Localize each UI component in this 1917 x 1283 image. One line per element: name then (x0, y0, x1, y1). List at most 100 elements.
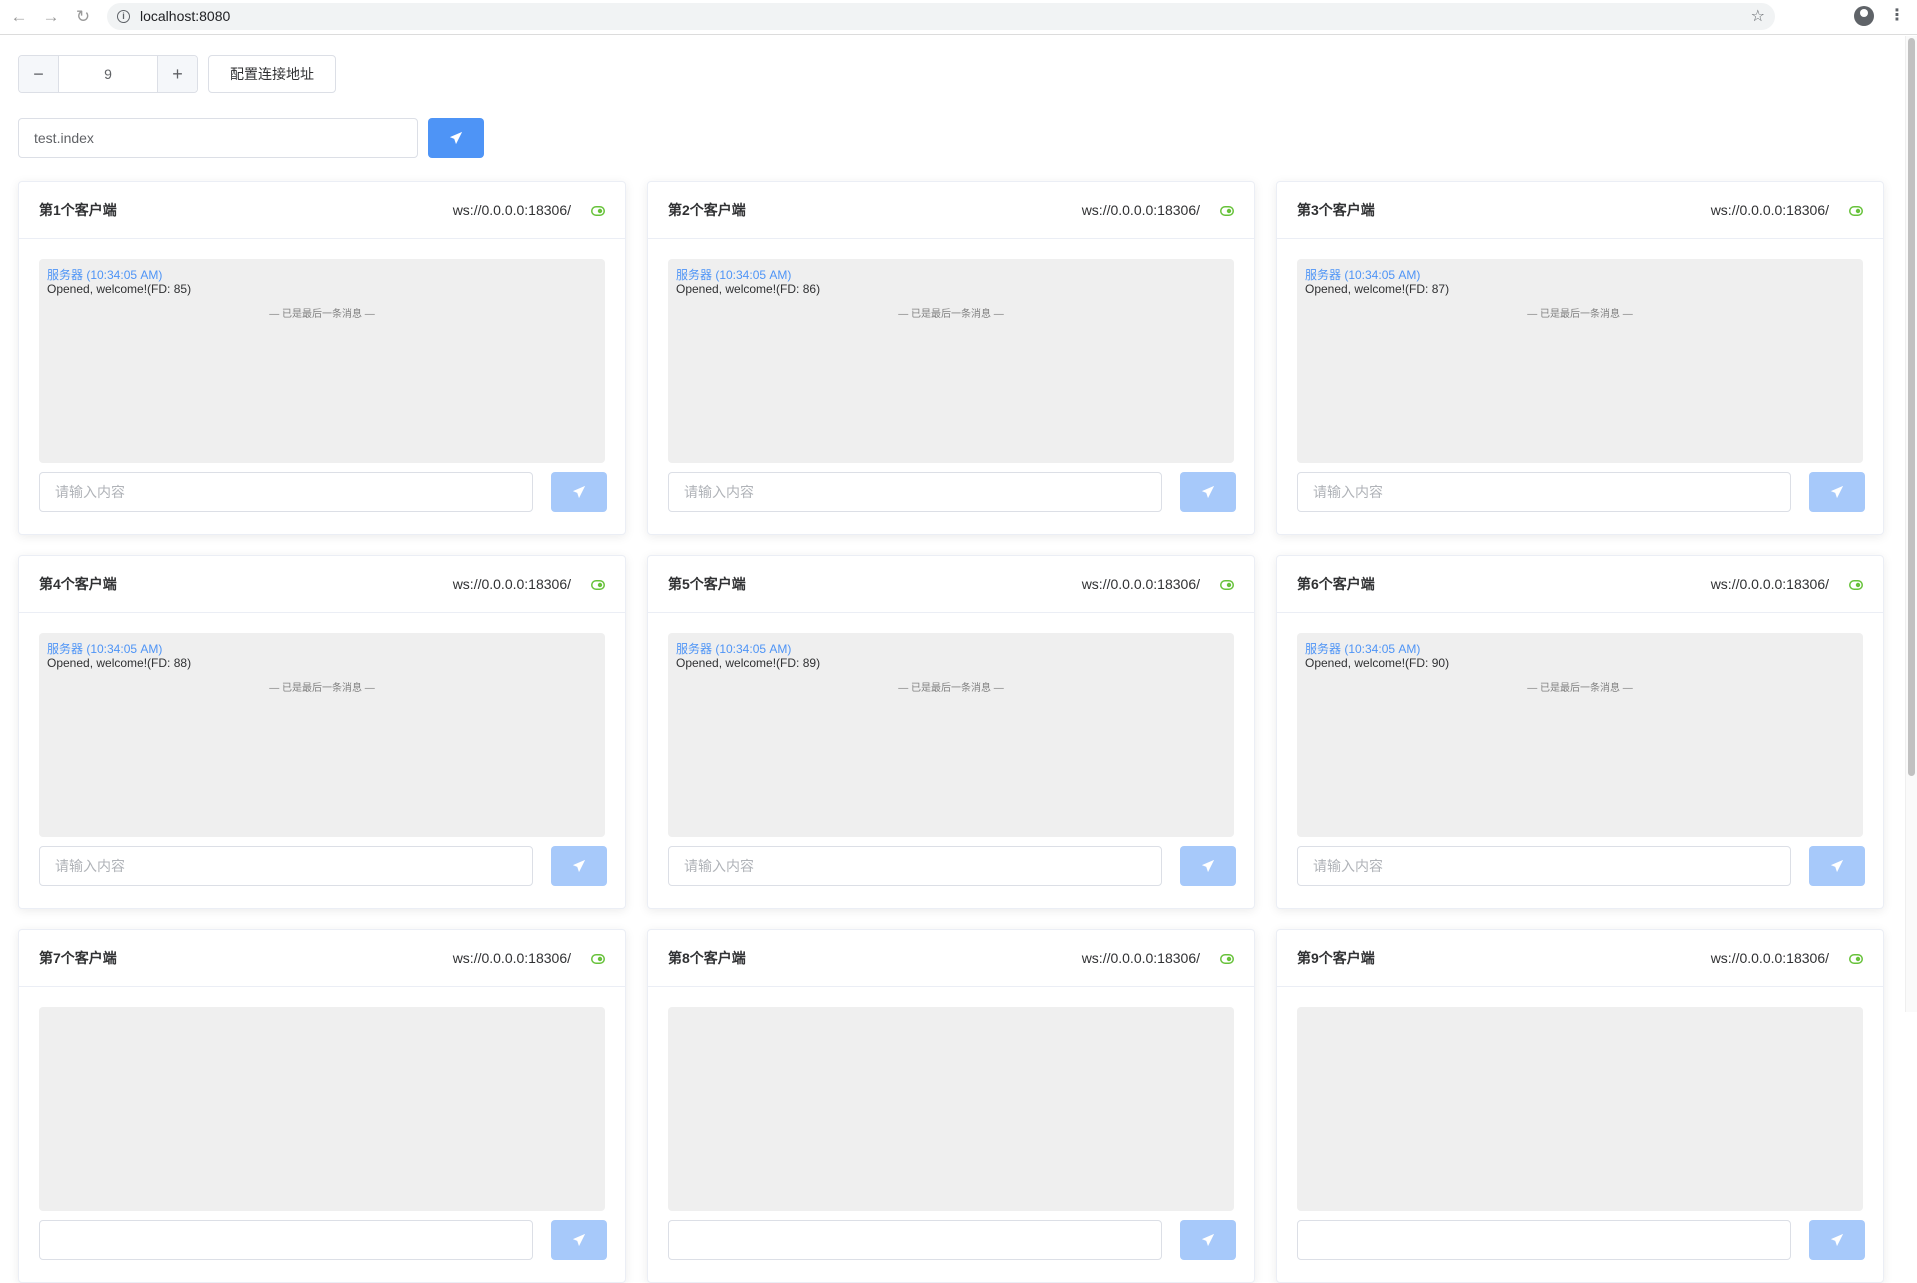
connection-status-icon[interactable] (591, 206, 605, 216)
card-title: 第8个客户端 (668, 950, 746, 966)
message-end-note: — 已是最后一条消息 — (898, 683, 1004, 694)
message-end-note: — 已是最后一条消息 — (269, 309, 375, 320)
message-list[interactable] (1297, 1007, 1863, 1211)
message-input[interactable] (1297, 1220, 1791, 1260)
connection-status-icon[interactable] (591, 580, 605, 590)
message-list[interactable]: 服务器 (10:34:05 AM) Opened, welcome!(FD: 9… (1297, 633, 1863, 837)
profile-avatar-icon[interactable] (1854, 6, 1874, 26)
card-title: 第2个客户端 (668, 202, 746, 218)
message-list[interactable]: 服务器 (10:34:05 AM) Opened, welcome!(FD: 8… (39, 633, 605, 837)
message-input[interactable]: 请输入内容 (39, 472, 533, 512)
card-title: 第9个客户端 (1297, 950, 1375, 966)
address-bar[interactable]: i localhost:8080 ☆ (107, 3, 1775, 30)
message-input[interactable]: 请输入内容 (668, 472, 1162, 512)
message-text: Opened, welcome!(FD: 90) (1305, 656, 1450, 670)
client-count-value[interactable]: 9 (59, 56, 157, 92)
scrollbar-thumb[interactable] (1908, 38, 1915, 776)
card-header: 第3个客户端 ws://0.0.0.0:18306/ (1277, 182, 1883, 239)
send-button[interactable] (551, 846, 607, 886)
send-button[interactable] (1809, 1220, 1865, 1260)
card-title: 第4个客户端 (39, 576, 117, 592)
message-sender: 服务器 (10:34:05 AM) (47, 268, 163, 282)
back-arrow-icon[interactable]: ← (8, 6, 30, 28)
card-header: 第1个客户端 ws://0.0.0.0:18306/ (19, 182, 625, 239)
send-plane-icon (572, 859, 586, 873)
send-plane-icon (1830, 859, 1844, 873)
send-button[interactable] (551, 1220, 607, 1260)
send-button[interactable] (1180, 1220, 1236, 1260)
message-text: Opened, welcome!(FD: 87) (1305, 282, 1450, 296)
connection-status-icon[interactable] (591, 954, 605, 964)
connection-status-icon[interactable] (1220, 580, 1234, 590)
client-card: 第4个客户端 ws://0.0.0.0:18306/ 服务器 (10:34:05… (18, 555, 626, 909)
message-list[interactable] (668, 1007, 1234, 1211)
card-ws-url: ws://0.0.0.0:18306/ (1710, 950, 1829, 966)
message-list[interactable]: 服务器 (10:34:05 AM) Opened, welcome!(FD: 8… (1297, 259, 1863, 463)
route-input[interactable]: test.index (18, 118, 418, 158)
send-button[interactable] (1180, 846, 1236, 886)
reload-icon[interactable]: ↻ (72, 6, 94, 28)
page-scrollbar[interactable] (1905, 36, 1917, 1012)
card-ws-url: ws://0.0.0.0:18306/ (1081, 202, 1200, 218)
address-url[interactable]: localhost:8080 (140, 3, 230, 30)
connection-status-icon[interactable] (1220, 206, 1234, 216)
site-info-icon[interactable]: i (117, 10, 130, 23)
message-list[interactable]: 服务器 (10:34:05 AM) Opened, welcome!(FD: 8… (39, 259, 605, 463)
broadcast-send-button[interactable] (428, 118, 484, 158)
message-text: Opened, welcome!(FD: 86) (676, 282, 821, 296)
client-count-stepper: − 9 + (18, 55, 198, 93)
send-button[interactable] (1809, 846, 1865, 886)
bookmark-star-icon[interactable]: ☆ (1751, 3, 1765, 30)
card-ws-url: ws://0.0.0.0:18306/ (1081, 576, 1200, 592)
message-text: Opened, welcome!(FD: 85) (47, 282, 192, 296)
config-address-button[interactable]: 配置连接地址 (208, 55, 336, 93)
card-header: 第8个客户端 ws://0.0.0.0:18306/ (648, 930, 1254, 987)
message-sender: 服务器 (10:34:05 AM) (1305, 642, 1421, 656)
message-end-note: — 已是最后一条消息 — (1527, 309, 1633, 320)
send-plane-icon (572, 1233, 586, 1247)
card-ws-url: ws://0.0.0.0:18306/ (1081, 950, 1200, 966)
message-input[interactable] (39, 1220, 533, 1260)
client-card: 第3个客户端 ws://0.0.0.0:18306/ 服务器 (10:34:05… (1276, 181, 1884, 535)
message-end-note: — 已是最后一条消息 — (898, 309, 1004, 320)
message-text: Opened, welcome!(FD: 88) (47, 656, 192, 670)
message-end-note: — 已是最后一条消息 — (269, 683, 375, 694)
card-title: 第3个客户端 (1297, 202, 1375, 218)
card-ws-url: ws://0.0.0.0:18306/ (452, 950, 571, 966)
forward-arrow-icon[interactable]: → (40, 6, 62, 28)
client-card: 第9个客户端 ws://0.0.0.0:18306/ (1276, 929, 1884, 1283)
message-input[interactable]: 请输入内容 (668, 846, 1162, 886)
message-sender: 服务器 (10:34:05 AM) (676, 642, 792, 656)
message-input[interactable] (668, 1220, 1162, 1260)
message-input[interactable]: 请输入内容 (1297, 846, 1791, 886)
connection-status-icon[interactable] (1849, 580, 1863, 590)
card-header: 第5个客户端 ws://0.0.0.0:18306/ (648, 556, 1254, 613)
client-card: 第8个客户端 ws://0.0.0.0:18306/ (647, 929, 1255, 1283)
connection-status-icon[interactable] (1220, 954, 1234, 964)
message-list[interactable]: 服务器 (10:34:05 AM) Opened, welcome!(FD: 8… (668, 633, 1234, 837)
card-title: 第1个客户端 (39, 202, 117, 218)
card-title: 第7个客户端 (39, 950, 117, 966)
send-plane-icon (449, 131, 463, 145)
decrease-button[interactable]: − (19, 56, 59, 92)
increase-button[interactable]: + (157, 56, 197, 92)
message-sender: 服务器 (10:34:05 AM) (676, 268, 792, 282)
send-button[interactable] (1180, 472, 1236, 512)
message-input[interactable]: 请输入内容 (39, 846, 533, 886)
message-list[interactable]: 服务器 (10:34:05 AM) Opened, welcome!(FD: 8… (668, 259, 1234, 463)
send-plane-icon (1201, 485, 1215, 499)
send-button[interactable] (551, 472, 607, 512)
card-header: 第9个客户端 ws://0.0.0.0:18306/ (1277, 930, 1883, 987)
card-header: 第7个客户端 ws://0.0.0.0:18306/ (19, 930, 625, 987)
card-header: 第4个客户端 ws://0.0.0.0:18306/ (19, 556, 625, 613)
send-button[interactable] (1809, 472, 1865, 512)
client-card: 第5个客户端 ws://0.0.0.0:18306/ 服务器 (10:34:05… (647, 555, 1255, 909)
connection-status-icon[interactable] (1849, 954, 1863, 964)
card-header: 第2个客户端 ws://0.0.0.0:18306/ (648, 182, 1254, 239)
browser-menu-icon[interactable]: ⋮ (1889, 5, 1905, 27)
connection-status-icon[interactable] (1849, 206, 1863, 216)
message-end-note: — 已是最后一条消息 — (1527, 683, 1633, 694)
message-list[interactable] (39, 1007, 605, 1211)
message-input[interactable]: 请输入内容 (1297, 472, 1791, 512)
send-plane-icon (1830, 485, 1844, 499)
